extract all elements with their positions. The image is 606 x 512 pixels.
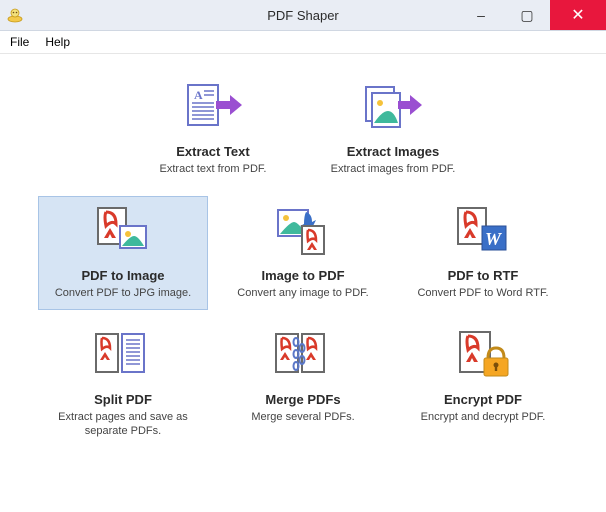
tool-pdf-to-image[interactable]: PDF to Image Convert PDF to JPG image.	[38, 196, 208, 310]
content-area: A Extract Text Extract text from PDF.	[0, 54, 606, 512]
image-to-pdf-icon	[224, 202, 382, 264]
encrypt-pdf-icon	[404, 326, 562, 388]
titlebar: PDF Shaper – ▢ ✕	[0, 0, 606, 31]
tool-title: Extract Images	[314, 144, 472, 159]
tool-desc: Encrypt and decrypt PDF.	[404, 411, 562, 424]
tool-row-3: Split PDF Extract pages and save as sepa…	[28, 320, 578, 447]
tool-encrypt-pdf[interactable]: Encrypt PDF Encrypt and decrypt PDF.	[398, 320, 568, 447]
svg-text:A: A	[194, 88, 203, 102]
maximize-button[interactable]: ▢	[504, 0, 550, 30]
tool-desc: Extract text from PDF.	[134, 163, 292, 176]
menu-help[interactable]: Help	[37, 33, 78, 51]
tool-title: PDF to RTF	[404, 268, 562, 283]
window-controls: – ▢ ✕	[458, 0, 606, 30]
pdf-to-image-icon	[44, 202, 202, 264]
svg-text:W: W	[485, 229, 503, 249]
tool-desc: Convert any image to PDF.	[224, 287, 382, 300]
tool-extract-images[interactable]: Extract Images Extract images from PDF.	[308, 72, 478, 186]
tool-desc: Convert PDF to Word RTF.	[404, 287, 562, 300]
tool-image-to-pdf[interactable]: Image to PDF Convert any image to PDF.	[218, 196, 388, 310]
split-pdf-icon	[44, 326, 202, 388]
extract-text-icon: A	[134, 78, 292, 140]
tool-title: Merge PDFs	[224, 392, 382, 407]
tool-desc: Merge several PDFs.	[224, 411, 382, 424]
close-button[interactable]: ✕	[550, 0, 606, 30]
tool-row-1: A Extract Text Extract text from PDF.	[28, 72, 578, 186]
tool-pdf-to-rtf[interactable]: W PDF to RTF Convert PDF to Word RTF.	[398, 196, 568, 310]
pdf-to-rtf-icon: W	[404, 202, 562, 264]
tool-desc: Extract pages and save as separate PDFs.	[44, 411, 202, 437]
tool-desc: Extract images from PDF.	[314, 163, 472, 176]
menu-file[interactable]: File	[2, 33, 37, 51]
minimize-button[interactable]: –	[458, 0, 504, 30]
tool-title: PDF to Image	[44, 268, 202, 283]
tool-title: Split PDF	[44, 392, 202, 407]
merge-pdfs-icon	[224, 326, 382, 388]
tool-desc: Convert PDF to JPG image.	[44, 287, 202, 300]
app-icon	[6, 6, 24, 24]
tool-merge-pdfs[interactable]: Merge PDFs Merge several PDFs.	[218, 320, 388, 447]
tool-split-pdf[interactable]: Split PDF Extract pages and save as sepa…	[38, 320, 208, 447]
tool-title: Encrypt PDF	[404, 392, 562, 407]
app-window: PDF Shaper – ▢ ✕ File Help A	[0, 0, 606, 512]
tool-row-2: PDF to Image Convert PDF to JPG image.	[28, 196, 578, 310]
menubar: File Help	[0, 31, 606, 54]
extract-images-icon	[314, 78, 472, 140]
tool-extract-text[interactable]: A Extract Text Extract text from PDF.	[128, 72, 298, 186]
tool-title: Extract Text	[134, 144, 292, 159]
tool-title: Image to PDF	[224, 268, 382, 283]
